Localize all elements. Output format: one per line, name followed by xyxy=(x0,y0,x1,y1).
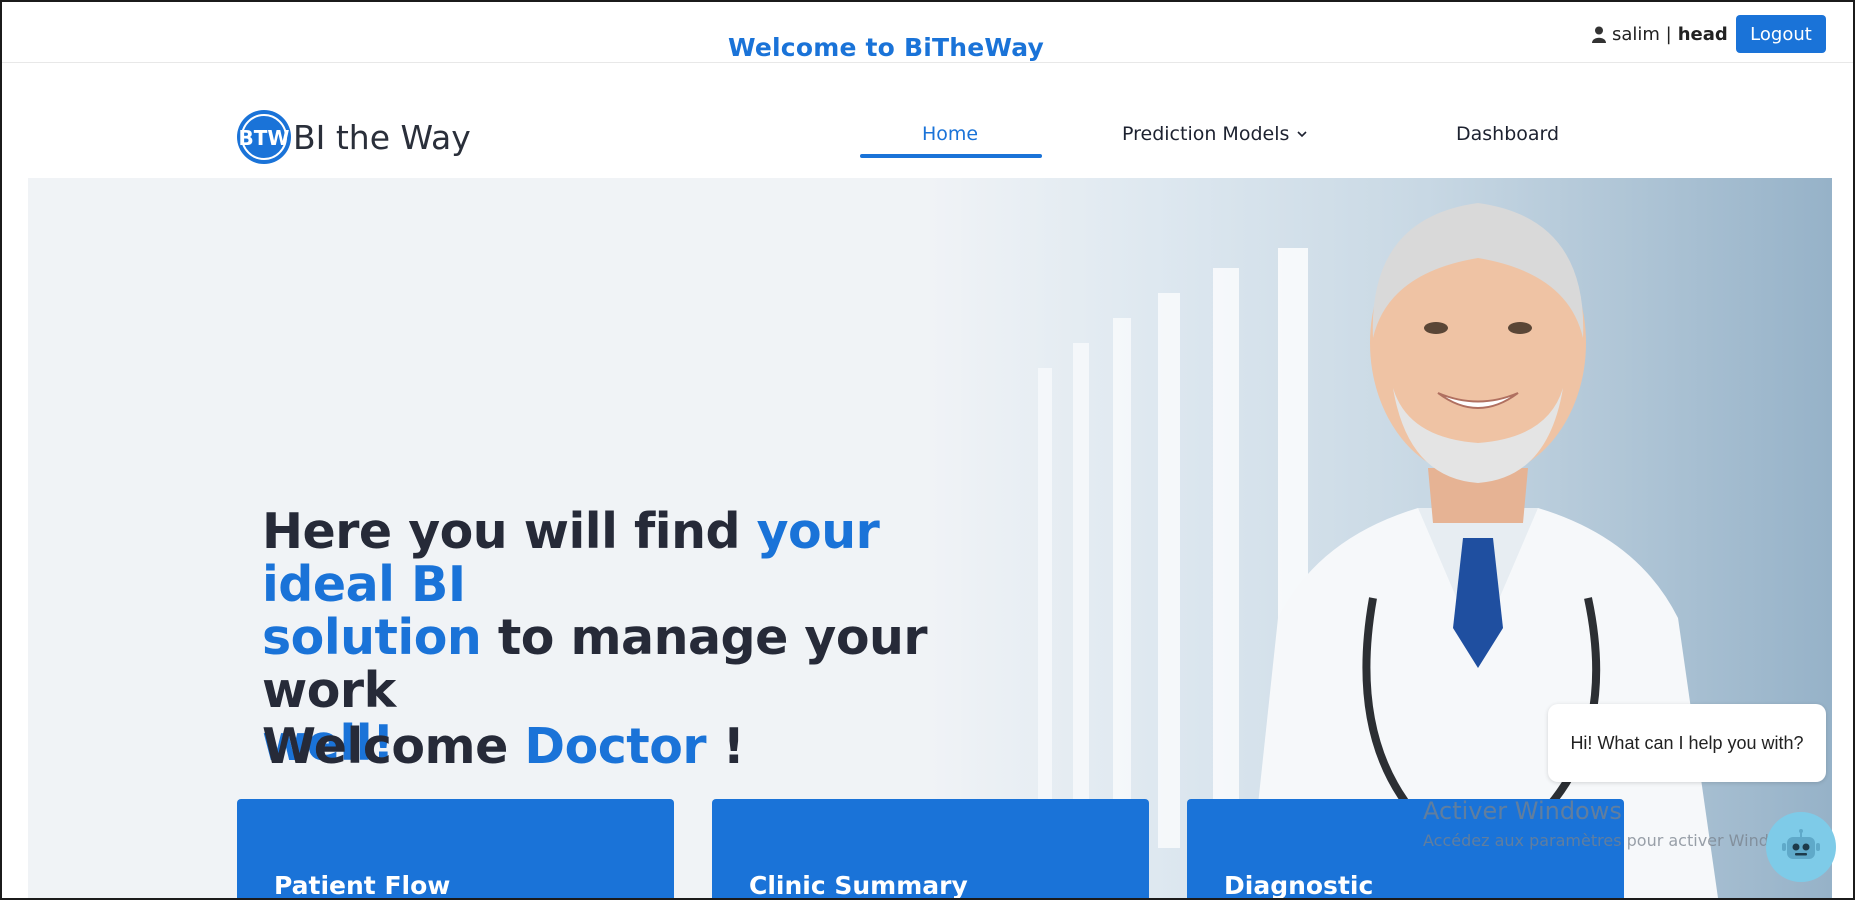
welcome-part: Welcome xyxy=(262,718,525,775)
top-bar: Welcome to BiTheWay salim | head Logout xyxy=(2,2,1853,63)
robot-icon xyxy=(1782,829,1820,859)
nav-prediction-models[interactable]: Prediction Models xyxy=(1122,123,1307,145)
nav-dashboard[interactable]: Dashboard xyxy=(1456,123,1559,145)
nav-prediction-models-label: Prediction Models xyxy=(1122,123,1290,145)
chatbot-button[interactable] xyxy=(1766,812,1836,882)
headline-highlight: solution xyxy=(262,609,482,666)
logout-button[interactable]: Logout xyxy=(1736,15,1826,53)
brand-name: BI the Way xyxy=(293,117,471,157)
watermark-line1: Activer Windows xyxy=(1423,797,1622,825)
app-window: Welcome to BiTheWay salim | head Logout … xyxy=(0,0,1855,900)
card-title: Diagnostic xyxy=(1224,871,1374,900)
card-title: Clinic Summary xyxy=(749,871,968,900)
user-role: head xyxy=(1677,24,1728,45)
headline-part: Here you will find xyxy=(262,503,757,560)
brand-logo[interactable]: BTW BI the Way xyxy=(235,108,471,166)
welcome-highlight: Doctor xyxy=(524,718,707,775)
nav-home[interactable]: Home xyxy=(922,123,978,145)
logo-icon: BTW xyxy=(237,110,291,164)
watermark-line2: Accédez aux paramètres pour activer Wind… xyxy=(1423,831,1806,850)
card-clinic-summary[interactable]: Clinic Summary xyxy=(712,799,1149,900)
active-tab-indicator xyxy=(860,154,1042,158)
welcome-part: ! xyxy=(706,718,745,775)
card-title: Patient Flow xyxy=(274,871,451,900)
chevron-down-icon xyxy=(1297,131,1307,138)
user-name: salim | xyxy=(1612,24,1672,45)
card-patient-flow[interactable]: Patient Flow xyxy=(237,799,674,900)
hero-section: Here you will find your ideal BI solutio… xyxy=(28,178,1832,898)
user-icon xyxy=(1592,26,1606,43)
welcome-title: Welcome to BiTheWay xyxy=(728,33,1045,62)
welcome-doctor-heading: Welcome Doctor ! xyxy=(262,718,745,775)
main-nav: BTW BI the Way Home Prediction Models Da… xyxy=(2,63,1853,178)
svg-text:BTW: BTW xyxy=(239,126,290,150)
windows-activation-watermark: Activer Windows Accédez aux paramètres p… xyxy=(1423,797,1805,850)
doctor-photo xyxy=(1248,203,1718,898)
user-info: salim | head xyxy=(1592,24,1728,45)
chat-greeting-bubble[interactable]: Hi! What can I help you with? xyxy=(1548,704,1826,782)
